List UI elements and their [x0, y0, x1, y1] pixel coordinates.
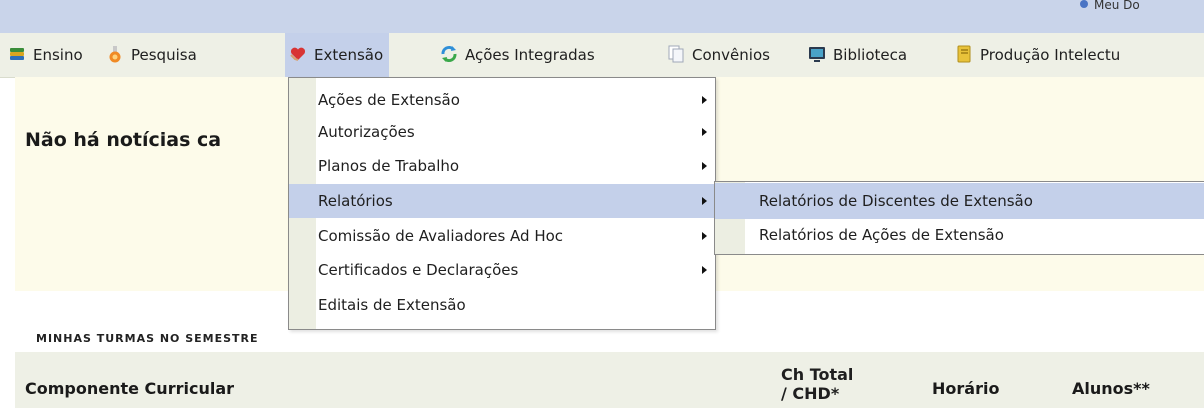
- submenu-arrow-icon: [702, 96, 707, 104]
- menu-item-autorizacoes[interactable]: Autorizações: [289, 115, 715, 149]
- submenu-arrow-icon: [702, 162, 707, 170]
- menu-acoes-integradas-label: Ações Integradas: [465, 46, 595, 64]
- turmas-table-header: Componente Curricular Ch Total / CHD* Ho…: [15, 352, 1204, 408]
- submenu-item-label: Relatórios de Ações de Extensão: [759, 226, 1004, 244]
- menu-pesquisa-label: Pesquisa: [131, 46, 197, 64]
- turmas-section-title-text: Minhas turmas no semestre: [36, 332, 259, 345]
- menu-extensao[interactable]: Extensão: [285, 33, 390, 77]
- document-copy-icon: [668, 45, 684, 63]
- notebook-icon: [957, 45, 971, 63]
- main-menubar: Ensino Pesquisa Extensão Ações Integrada…: [0, 33, 1204, 78]
- col-alunos: Alunos**: [1072, 379, 1150, 398]
- monitor-icon: [809, 47, 825, 62]
- submenu-arrow-icon: [702, 266, 707, 274]
- menu-item-label: Editais de Extensão: [318, 296, 466, 314]
- menu-item-label: Planos de Trabalho: [318, 157, 460, 175]
- menu-item-label: Autorizações: [318, 123, 415, 141]
- user-icon: [1080, 0, 1088, 8]
- menu-convenios[interactable]: Convênios: [663, 33, 776, 77]
- col-ch-total-line1: Ch Total: [781, 365, 854, 384]
- col-ch-total-line2: / CHD*: [781, 384, 840, 403]
- menu-item-label: Relatórios: [318, 192, 393, 210]
- menu-item-comissao-de-avaliadores[interactable]: Comissão de Avaliadores Ad Hoc: [289, 219, 715, 253]
- no-news-message: Não há notícias ca: [25, 129, 222, 151]
- menu-ensino[interactable]: Ensino: [4, 33, 89, 77]
- col-ch-total: Ch Total / CHD*: [781, 365, 853, 403]
- recycle-icon: [441, 46, 457, 62]
- menu-item-acoes-de-extensao[interactable]: Ações de Extensão: [289, 83, 715, 117]
- extensao-dropdown-menu: Ações de Extensão Autorizações Planos de…: [288, 77, 716, 330]
- menu-producao-intelectual-label: Produção Intelectu: [980, 46, 1121, 64]
- menu-item-label: Ações de Extensão: [318, 91, 460, 109]
- menu-extensao-label: Extensão: [314, 46, 384, 64]
- top-banner: Meu Do: [0, 0, 1204, 33]
- submenu-item-relatorios-discentes[interactable]: Relatórios de Discentes de Extensão: [715, 183, 1204, 219]
- turmas-section-title: Minhas turmas no semestre: [36, 332, 259, 345]
- menu-acoes-integradas[interactable]: Ações Integradas: [436, 33, 601, 77]
- flask-icon: [109, 46, 121, 63]
- menu-item-label: Certificados e Declarações: [318, 261, 519, 279]
- menu-item-label: Comissão de Avaliadores Ad Hoc: [318, 227, 564, 245]
- book-stack-icon: [10, 48, 24, 60]
- menu-pesquisa[interactable]: Pesquisa: [102, 33, 203, 77]
- submenu-item-relatorios-acoes[interactable]: Relatórios de Ações de Extensão: [715, 217, 1204, 253]
- col-horario: Horário: [932, 379, 1000, 398]
- relatorios-submenu: Relatórios de Discentes de Extensão Rela…: [714, 181, 1204, 255]
- user-link-label: Meu Do: [1094, 0, 1140, 10]
- menu-item-editais-de-extensao[interactable]: Editais de Extensão: [289, 288, 715, 322]
- menu-biblioteca[interactable]: Biblioteca: [804, 33, 913, 77]
- submenu-arrow-icon: [702, 197, 707, 205]
- menu-item-planos-de-trabalho[interactable]: Planos de Trabalho: [289, 149, 715, 183]
- submenu-item-label: Relatórios de Discentes de Extensão: [759, 192, 1033, 210]
- menu-ensino-label: Ensino: [33, 46, 83, 64]
- menu-item-certificados-e-declaracoes[interactable]: Certificados e Declarações: [289, 253, 715, 287]
- heart-hands-icon: [290, 47, 306, 61]
- submenu-arrow-icon: [702, 128, 707, 136]
- menu-item-relatorios[interactable]: Relatórios: [289, 184, 715, 218]
- user-link[interactable]: Meu Do: [1080, 0, 1204, 10]
- menu-producao-intelectual[interactable]: Produção Intelectu: [951, 33, 1126, 77]
- menu-biblioteca-label: Biblioteca: [833, 46, 908, 64]
- menu-convenios-label: Convênios: [692, 46, 770, 64]
- submenu-arrow-icon: [702, 232, 707, 240]
- col-componente-curricular: Componente Curricular: [25, 379, 234, 398]
